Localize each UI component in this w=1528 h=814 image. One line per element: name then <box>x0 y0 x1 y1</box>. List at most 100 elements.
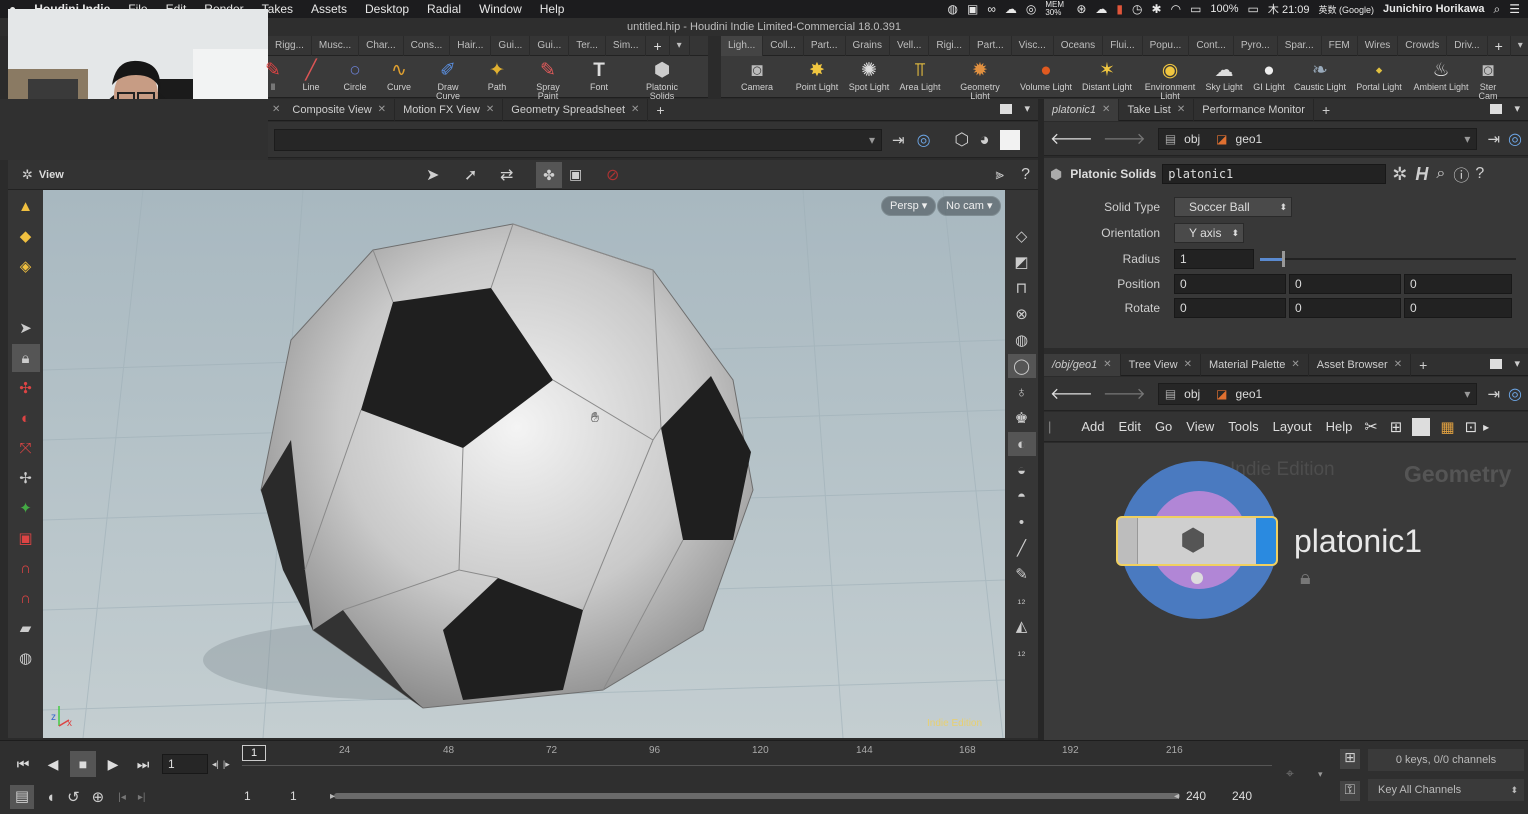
node-output-dot[interactable] <box>1191 572 1203 584</box>
forward-arrow-icon[interactable]: 🡒︎ <box>1103 383 1146 404</box>
prev-key-icon[interactable]: |◂ <box>118 792 126 803</box>
shelf-tab[interactable]: Musc... <box>312 35 360 56</box>
status-icon[interactable]: ◎ <box>1026 2 1036 16</box>
status-icon[interactable]: ▣ <box>967 2 978 16</box>
rotate-z-field[interactable]: 0 <box>1404 298 1512 318</box>
battery-icon[interactable]: ▭ <box>1248 2 1259 16</box>
audio-icon[interactable]: ⌖ <box>1286 765 1294 782</box>
shelf-tab[interactable]: FEM <box>1322 35 1358 56</box>
tool-area-light[interactable]: ⫪ Area Light <box>897 56 943 92</box>
network-menu-help[interactable]: Help <box>1326 419 1353 434</box>
bulb-icon[interactable]: ♁ <box>1008 380 1036 404</box>
shelf-menu-icon[interactable]: ▾ <box>670 35 690 56</box>
range-slider-right-handle[interactable]: ◂ <box>1174 791 1179 802</box>
shelf-tab[interactable]: Part... <box>804 35 846 56</box>
network-editor[interactable]: Indie Edition Geometry ⬢ platonic1 🔒︎ <box>1044 443 1528 740</box>
rotate-icon[interactable]: ◐ <box>12 404 40 432</box>
scale-icon[interactable]: ⤧ <box>12 434 40 462</box>
view-icon[interactable]: ✲ <box>22 167 33 183</box>
next-key-icon[interactable]: ▸| <box>138 792 146 803</box>
range-slider[interactable] <box>334 793 1180 799</box>
key-all-channels-button[interactable]: Key All Channels ⬍ <box>1368 779 1524 801</box>
maximize-icon[interactable] <box>1000 104 1012 114</box>
persp-menu[interactable]: Persp ▾ <box>881 196 937 216</box>
node-platonic1[interactable]: ⬢ <box>1116 516 1278 566</box>
menu-radial[interactable]: Radial <box>418 2 470 16</box>
shelf-tab[interactable]: Wires <box>1358 35 1399 56</box>
wrench-icon[interactable]: ✂ <box>1364 417 1377 437</box>
status-icon[interactable]: ◍ <box>947 2 957 16</box>
menu-assets[interactable]: Assets <box>302 2 356 16</box>
stop-icon[interactable]: ■ <box>70 751 96 777</box>
globe-icon[interactable]: ◍ <box>12 644 40 672</box>
tool-partial[interactable]: ✎ ll <box>265 56 281 92</box>
more-icon[interactable]: ▸ <box>1483 420 1489 434</box>
tab-geometry-spreadsheet[interactable]: Geometry Spreadsheet ✕ <box>503 98 649 121</box>
hda-icon[interactable]: H <box>1415 164 1428 185</box>
tab-composite-view[interactable]: Composite View ✕ <box>284 98 396 121</box>
back-arrow-icon[interactable]: 🡐︎ <box>1050 383 1093 404</box>
range-end-field[interactable]: 240 <box>1186 789 1206 803</box>
pin-icon[interactable]: ⇥ <box>892 131 905 149</box>
shelf-tab[interactable]: Cont... <box>1189 35 1234 56</box>
shelf-tab[interactable]: Coll... <box>763 35 804 56</box>
color-palette-icon[interactable]: ▦ <box>1440 418 1454 436</box>
cloud-icon[interactable]: ☁ <box>1005 2 1017 16</box>
ambient-icon[interactable]: ♚ <box>1008 406 1036 430</box>
node-name-field[interactable]: platonic1 <box>1162 164 1387 184</box>
shelf-tab[interactable]: Vell... <box>890 35 930 56</box>
frame-field[interactable]: 1 <box>162 754 208 774</box>
network-menu-tools[interactable]: Tools <box>1228 419 1258 434</box>
help-icon[interactable]: ? <box>1475 165 1484 183</box>
shelf-tab[interactable]: Popu... <box>1143 35 1190 56</box>
3d-viewport[interactable]: ✋︎ x z Indie Edition <box>43 190 1005 738</box>
global-anim-icon[interactable]: ⊕ <box>92 788 105 806</box>
pose-tool-icon[interactable]: ✦ <box>12 494 40 522</box>
select-tool-icon[interactable]: ➤ <box>12 314 40 342</box>
shelf-tab-lights[interactable]: Ligh... <box>721 35 764 56</box>
close-icon[interactable]: ✕ <box>1394 354 1402 376</box>
shelf-tab[interactable]: Ter... <box>569 35 606 56</box>
tab-asset-browser[interactable]: Asset Browser ✕ <box>1309 353 1412 376</box>
tool-portal-light[interactable]: ⬩ Portal Light <box>1349 56 1409 92</box>
tool-gi-light[interactable]: ● GI Light <box>1247 56 1291 92</box>
search-icon[interactable]: ⌕ <box>1436 165 1445 183</box>
tab-performance-monitor[interactable]: Performance Monitor <box>1194 98 1314 121</box>
tool-environment-light[interactable]: ◉ Environment Light <box>1139 56 1201 101</box>
tool-camera[interactable]: ◙ Camera <box>721 56 793 92</box>
add-tab-icon[interactable]: + <box>648 99 672 121</box>
shelf-tab[interactable]: Oceans <box>1054 35 1104 56</box>
network-path-field[interactable]: ▤ obj ◪ geo1 ▾ <box>1157 382 1478 405</box>
audio-menu-icon[interactable]: ▾ <box>1318 769 1323 780</box>
numbers-icon[interactable]: ₁₂ <box>1008 588 1036 612</box>
jump-end-icon[interactable]: ⏭︎ <box>130 751 156 777</box>
select-arrow-icon[interactable]: ➤ <box>426 165 439 185</box>
snap-magnet-icon[interactable]: ∩ <box>12 554 40 582</box>
list-icon[interactable]: ☰ <box>1509 2 1520 16</box>
soft-select-icon[interactable]: ▲ <box>12 192 40 220</box>
step-forward-icon[interactable]: |▸ <box>223 759 230 770</box>
battery-percent[interactable]: 100% <box>1210 3 1238 15</box>
display-toggle-icon[interactable]: ◇ <box>1008 224 1036 248</box>
close-icon[interactable]: ✕ <box>272 99 280 121</box>
tool-draw-curve[interactable]: ✐ Draw Curve <box>432 56 464 101</box>
pen-icon[interactable]: ✎ <box>1008 562 1036 586</box>
list-view-icon[interactable] <box>1412 417 1431 436</box>
pose-icon[interactable]: ◈ <box>12 252 40 280</box>
battery-bar-icon[interactable]: ▮ <box>1116 2 1123 16</box>
layout-icon[interactable]: ⫸ <box>996 166 1004 183</box>
tool-path[interactable]: ✦ Path <box>464 56 530 92</box>
close-icon[interactable]: ✕ <box>1177 99 1185 121</box>
tool-platonic-solids[interactable]: ⬢ Platonic Solids <box>632 56 692 101</box>
scroll-left-icon[interactable]: | <box>1048 419 1051 434</box>
link-icon[interactable]: ◎ <box>1508 384 1522 404</box>
key-icon[interactable]: ⚿ <box>1340 781 1360 801</box>
tab-take-list[interactable]: Take List ✕ <box>1119 98 1195 121</box>
time-machine-icon[interactable]: ◷ <box>1132 2 1142 16</box>
camera-menu[interactable]: No cam ▾ <box>937 196 1002 216</box>
tool-font[interactable]: T Font <box>566 56 632 92</box>
white-square-icon[interactable] <box>999 129 1020 150</box>
user-name[interactable]: Junichiro Horikawa <box>1383 3 1484 15</box>
play-icon[interactable]: ▶ <box>100 751 126 777</box>
add-tab-icon[interactable]: + <box>1411 354 1435 376</box>
